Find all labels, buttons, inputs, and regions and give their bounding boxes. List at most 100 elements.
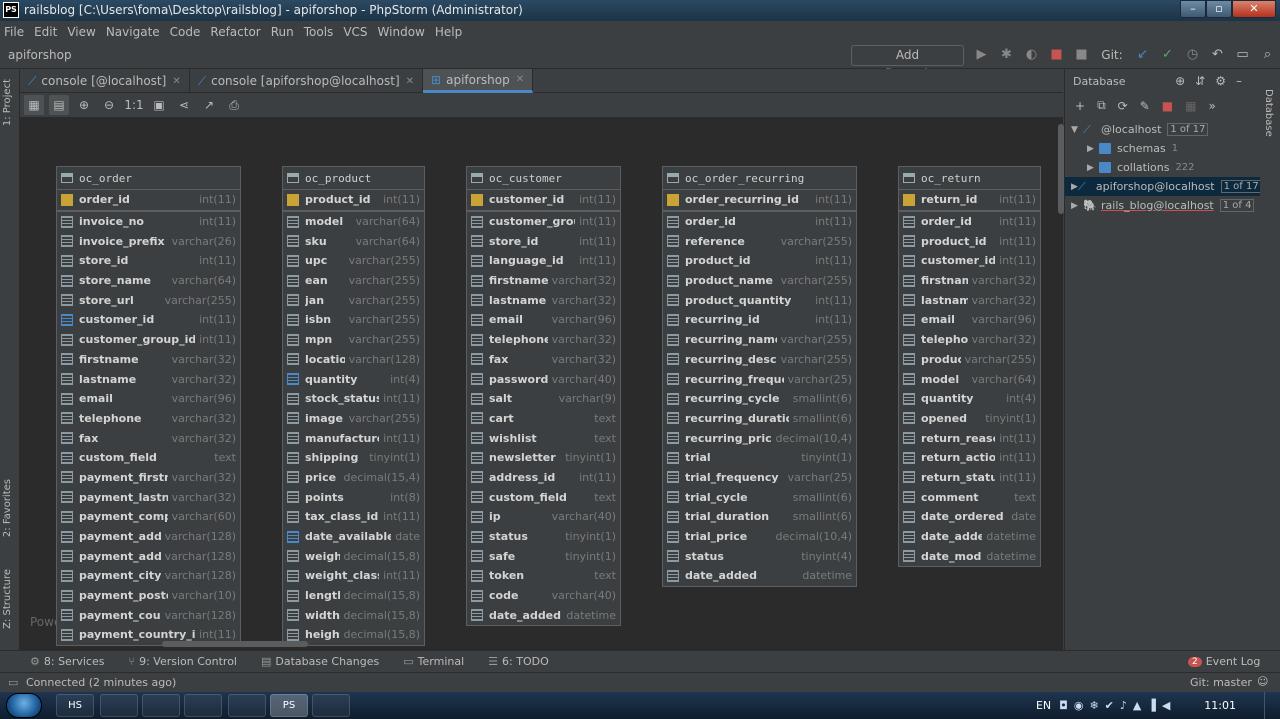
menu-code[interactable]: Code [170, 25, 201, 39]
show-columns-icon[interactable]: ▦ [24, 95, 44, 115]
column-row[interactable]: telephonevarchar(32) [467, 330, 620, 350]
tab-2[interactable]: ⊞ apiforshop ✕ [423, 69, 534, 93]
table-header[interactable]: oc_return [899, 167, 1040, 190]
column-row[interactable]: stock_status_id int(11) [283, 389, 424, 409]
horizontal-scrollbar[interactable] [162, 641, 308, 647]
tree-node[interactable]: ▶ ⟋ apiforshop@localhost 1 of 17 [1065, 177, 1262, 196]
project-tool-button[interactable]: 1: Project [2, 79, 13, 126]
column-row[interactable]: price decimal(15,4) [283, 468, 424, 488]
column-row[interactable]: model varchar(64) [283, 212, 424, 232]
column-row[interactable]: weightdecimal(15,8) [283, 546, 424, 566]
column-row[interactable]: newsletter tinyint(1) [467, 448, 620, 468]
event-log-button[interactable]: 2 Event Log [1188, 655, 1260, 668]
column-row[interactable]: recurring_frequencyvarchar(25) [663, 369, 856, 389]
tab-1[interactable]: ⟋ console [apiforshop@localhost] ✕ [190, 69, 424, 93]
favorites-tool-button[interactable]: 2: Favorites [2, 479, 13, 537]
column-row[interactable]: order_recurring_id int(11) [663, 190, 856, 210]
column-row[interactable]: order_id int(11) [57, 190, 240, 210]
export-icon[interactable]: ↗ [199, 95, 219, 115]
column-row[interactable]: upc varchar(255) [283, 251, 424, 271]
git-rollback-icon[interactable]: ↶ [1208, 46, 1227, 64]
tree-node[interactable]: ▼ ⟋ @localhost 1 of 17 [1065, 120, 1260, 139]
table-header[interactable]: oc_order_recurring [663, 167, 856, 190]
column-row[interactable]: return_action_idint(11) [899, 448, 1040, 468]
column-row[interactable]: email varchar(96) [899, 310, 1040, 330]
notepad-app-icon[interactable] [100, 694, 138, 717]
column-row[interactable]: lengthdecimal(15,8) [283, 586, 424, 606]
column-row[interactable]: payment_countryvarchar(128) [57, 605, 240, 625]
close-tab-icon[interactable]: ✕ [406, 76, 414, 87]
database-tool-button[interactable]: Database [1263, 89, 1274, 137]
tree-node[interactable]: ▶ 🐘 rails_blog@localhost 1 of 4 [1065, 196, 1260, 215]
git-commit-icon[interactable]: ✓ [1158, 46, 1177, 64]
column-row[interactable]: manufacturer_id int(11) [283, 428, 424, 448]
column-row[interactable]: token text [467, 566, 620, 586]
expand-arrow-icon[interactable]: ▶ [1087, 163, 1099, 173]
notifications-icon[interactable]: ☺ [1257, 675, 1268, 688]
column-row[interactable]: order_id int(11) [663, 212, 856, 232]
close-tab-icon[interactable]: ✕ [172, 76, 180, 87]
column-row[interactable]: payment_city varchar(128) [57, 566, 240, 586]
column-row[interactable]: custom_field text [467, 487, 620, 507]
column-row[interactable]: image varchar(255) [283, 409, 424, 429]
menu-vcs[interactable]: VCS [343, 25, 367, 39]
column-row[interactable]: payment_address_2varchar(128) [57, 546, 240, 566]
git-update-icon[interactable]: ↙ [1133, 46, 1152, 64]
add-configuration-button[interactable]: Add Configuration... [851, 45, 964, 81]
structure-tool-button[interactable]: Z: Structure [2, 569, 13, 629]
column-row[interactable]: customer_group_idint(11) [57, 330, 240, 350]
hs-app-icon[interactable]: HS [56, 694, 94, 717]
table-oc-product[interactable]: oc_product product_id int(11) model varchar(… [282, 166, 425, 646]
column-row[interactable]: recurring_descriptionvarchar(255) [663, 350, 856, 370]
panel-settings-icons[interactable]: ⊕⇵⚙– [1175, 74, 1252, 88]
language-indicator[interactable]: EN [1036, 699, 1051, 712]
column-row[interactable]: telephonevarchar(32) [899, 330, 1040, 350]
column-row[interactable]: weight_class_id int(11) [283, 566, 424, 586]
column-row[interactable]: telephonevarchar(32) [57, 409, 240, 429]
column-row[interactable]: cart text [467, 409, 620, 429]
run-icon[interactable]: ▶ [972, 46, 991, 64]
bottom-tool-services[interactable]: ⚙ 8: Services [30, 655, 104, 668]
column-row[interactable]: custom_field text [57, 448, 240, 468]
column-row[interactable]: payment_firstnamevarchar(32) [57, 468, 240, 488]
column-row[interactable]: payment_companyvarchar(60) [57, 507, 240, 527]
column-row[interactable]: salt varchar(9) [467, 389, 620, 409]
column-row[interactable]: email varchar(96) [57, 389, 240, 409]
column-row[interactable]: status tinyint(1) [467, 527, 620, 547]
column-row[interactable]: status tinyint(4) [663, 546, 856, 566]
git-history-icon[interactable]: ◷ [1183, 46, 1202, 64]
bottom-tool-database-changes[interactable]: ▤ Database Changes [261, 655, 379, 668]
column-row[interactable]: quantity int(4) [899, 389, 1040, 409]
column-row[interactable]: store_url varchar(255) [57, 290, 240, 310]
maximize-button[interactable]: ▫ [1206, 0, 1232, 18]
table-oc-order[interactable]: oc_order order_id int(11) invoice_no int(11)… [56, 166, 241, 646]
column-row[interactable]: isbn varchar(255) [283, 310, 424, 330]
column-row[interactable]: email varchar(96) [467, 310, 620, 330]
menu-window[interactable]: Window [378, 25, 425, 39]
column-row[interactable]: sku varchar(64) [283, 231, 424, 251]
menu-view[interactable]: View [67, 25, 95, 39]
column-row[interactable]: invoice_prefix varchar(26) [57, 231, 240, 251]
fit-content-icon[interactable]: ▣ [149, 95, 169, 115]
column-row[interactable]: customer_group_idint(11) [467, 212, 620, 232]
layout-icon[interactable]: ⋖ [174, 95, 194, 115]
column-row[interactable]: password varchar(40) [467, 369, 620, 389]
column-row[interactable]: customer_id int(11) [467, 190, 620, 210]
table-oc-order-recurring[interactable]: oc_order_recurring order_recurring_id int(… [662, 166, 857, 587]
column-row[interactable]: trial_frequency varchar(25) [663, 468, 856, 488]
column-row[interactable]: firstnamevarchar(32) [467, 271, 620, 291]
table-header[interactable]: oc_customer [467, 167, 620, 190]
expand-arrow-icon[interactable]: ▶ [1071, 182, 1078, 192]
column-row[interactable]: payment_postcodevarchar(10) [57, 586, 240, 606]
stop-icon[interactable]: ■ [1162, 99, 1173, 113]
column-row[interactable]: ean varchar(255) [283, 271, 424, 291]
column-row[interactable]: store_id int(11) [57, 251, 240, 271]
menu-file[interactable]: File [4, 25, 24, 39]
more-icon[interactable]: » [1208, 99, 1215, 113]
column-row[interactable]: lastname varchar(32) [57, 369, 240, 389]
column-row[interactable]: return_status_idint(11) [899, 468, 1040, 488]
column-row[interactable]: jan varchar(255) [283, 290, 424, 310]
bottom-tool-version-control[interactable]: ⑂ 9: Version Control [128, 655, 237, 668]
zoom-in-icon[interactable]: ⊕ [74, 95, 94, 115]
column-row[interactable]: customer_id int(11) [899, 251, 1040, 271]
